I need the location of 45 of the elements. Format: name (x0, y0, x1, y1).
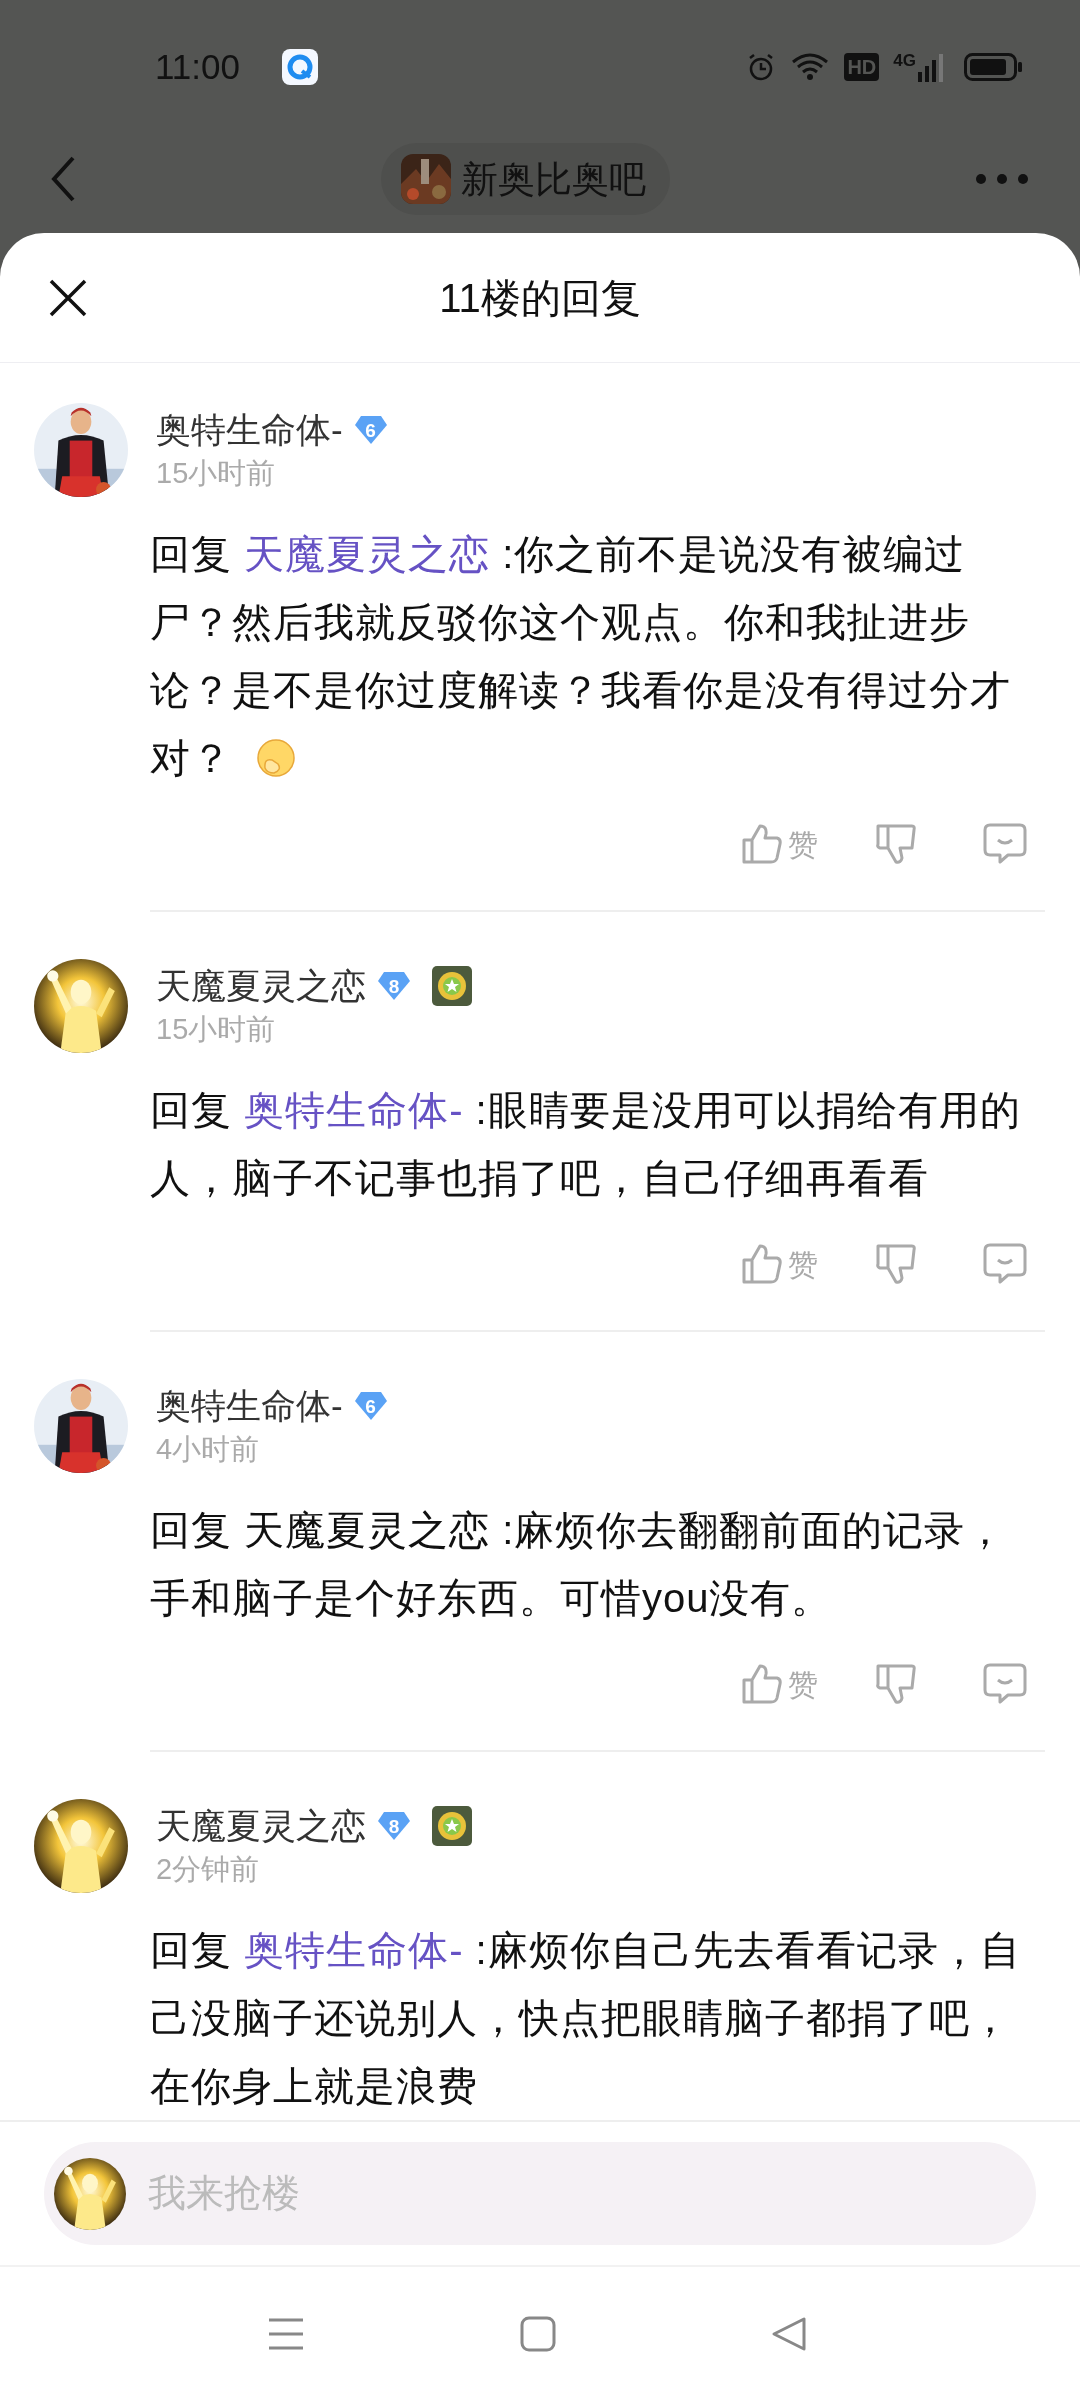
thumbs-down-icon[interactable] (874, 1242, 918, 1286)
user-name[interactable]: 奥特生命体- (156, 1383, 343, 1429)
thumbs-up-icon (740, 1662, 784, 1706)
post-time: 15小时前 (156, 456, 277, 491)
forum-name: 新奥比奥吧 (460, 157, 646, 202)
app-notification-icon (282, 48, 318, 85)
back-nav-icon[interactable] (771, 2315, 807, 2352)
level-badge: 6 (352, 414, 389, 446)
user-name[interactable]: 奥特生命体- (156, 407, 343, 453)
reply-text: 回复 天魔夏灵之恋 :麻烦你去翻翻前面的记录，手和脑子是个好东西。可惜you没有。 (149, 1507, 1008, 1622)
battery-icon (964, 52, 1022, 81)
home-icon[interactable] (520, 2315, 556, 2352)
level-badge: 8 (376, 1810, 412, 1842)
signal-icon (918, 51, 944, 82)
comment-icon[interactable] (982, 1242, 1028, 1286)
more-icon[interactable] (974, 172, 1030, 187)
menu-icon[interactable] (267, 2316, 305, 2351)
user-name[interactable]: 天魔夏灵之恋 (156, 963, 366, 1009)
reply-text: 回复 奥特生命体- :眼睛要是没用可以捐给有用的人，脑子不记事也捐了吧，自己仔细再看看 (149, 1087, 1022, 1202)
reply-text: 回复 天魔夏灵之恋 :你之前不是说没有被编过尸？然后我就反驳你这个观点。你和我扯进步论？是不是你过度解读？我看你是没有得过分才对？ (149, 531, 1012, 782)
back-icon[interactable] (50, 155, 76, 204)
level-badge: 6 (352, 1390, 389, 1422)
post-time: 4小时前 (156, 1432, 261, 1467)
comment-input[interactable]: 我来抢楼 (44, 2142, 1036, 2245)
reply-text: 回复 奥特生命体- :麻烦你自己先去看看记录，自己没脑子还说别人，快点把眼睛脑子都捐了吧，在你身上就是浪费 (149, 1927, 1022, 2110)
level-badge: 8 (376, 970, 412, 1002)
hd-badge: HD (844, 52, 880, 81)
thumbs-down-icon[interactable] (874, 822, 918, 866)
reply-target-link[interactable]: 天魔夏灵之恋 (244, 1508, 491, 1552)
thumbs-up-icon (740, 1242, 784, 1286)
close-icon[interactable] (48, 277, 88, 318)
reply-target-link[interactable]: 天魔夏灵之恋 (244, 532, 491, 576)
comment-icon[interactable] (982, 1662, 1028, 1706)
thumbs-up-icon (740, 822, 784, 866)
post-time: 2分钟前 (156, 1852, 261, 1887)
user-name[interactable]: 天魔夏灵之恋 (156, 1803, 366, 1849)
reply-target-link[interactable]: 奥特生命体- (244, 1928, 464, 1972)
network-type: 4G (893, 51, 916, 70)
comment-input-field[interactable]: 我来抢楼 (148, 2165, 1036, 2222)
sheet-title: 11楼的回复 (439, 274, 641, 322)
clock-time: 11:00 (155, 45, 240, 88)
thumbs-down-icon[interactable] (874, 1662, 918, 1706)
comment-icon[interactable] (982, 822, 1028, 866)
reply-target-link[interactable]: 奥特生命体- (244, 1088, 464, 1132)
post-time: 15小时前 (156, 1012, 277, 1047)
